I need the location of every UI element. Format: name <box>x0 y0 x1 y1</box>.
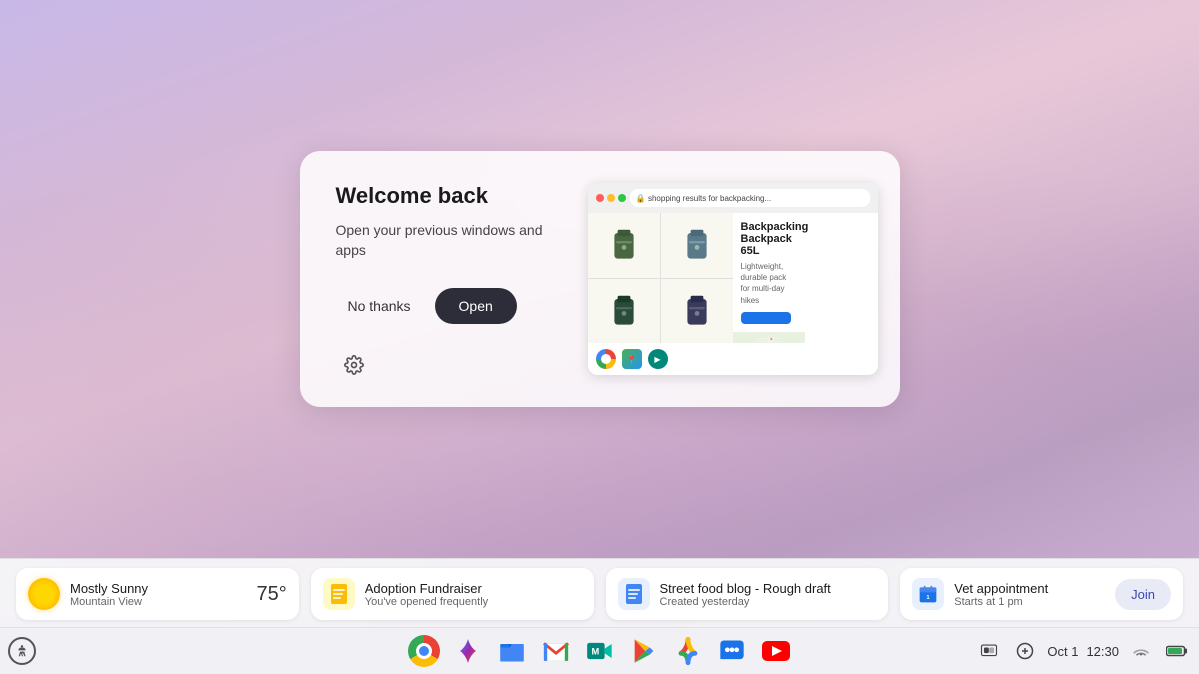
minimize-traffic-dot <box>607 194 615 202</box>
suggestion-title-fundraiser: Adoption Fundraiser <box>365 581 582 596</box>
docs-blue-icon <box>618 578 650 610</box>
weather-temperature: 75° <box>257 583 287 606</box>
product-cell-2 <box>661 213 733 278</box>
browser-traffic-lights <box>596 194 626 202</box>
svg-text:M: M <box>591 647 599 657</box>
chrome-taskbar-icon[interactable] <box>404 631 444 671</box>
join-button[interactable]: Join <box>1115 579 1171 610</box>
docs-yellow-icon <box>323 578 355 610</box>
gemini-taskbar-icon[interactable] <box>448 631 488 671</box>
status-date[interactable]: Oct 1 <box>1047 644 1078 659</box>
suggestion-card-weather[interactable]: Mostly Sunny Mountain View 75° <box>16 568 299 620</box>
preview-products-grid <box>588 213 733 343</box>
close-traffic-dot <box>596 194 604 202</box>
meet-footer-icon: ▶ <box>648 349 668 369</box>
open-button[interactable]: Open <box>435 288 517 324</box>
play-taskbar-icon[interactable] <box>624 631 664 671</box>
taskbar-center: M <box>404 631 796 671</box>
meet-icon: M <box>586 637 614 665</box>
no-thanks-button[interactable]: No thanks <box>336 290 423 322</box>
browser-url-bar: 🔒 shopping results for backpacking... <box>630 189 870 207</box>
weather-icon <box>28 578 60 610</box>
quick-suggestions: Mostly Sunny Mountain View 75° Adoption <box>0 559 1199 627</box>
suggestion-title-vet: Vet appointment <box>954 581 1105 596</box>
suggestion-card-blog[interactable]: Street food blog - Rough draft Created y… <box>606 568 889 620</box>
shelf: Mostly Sunny Mountain View 75° Adoption <box>0 558 1199 674</box>
files-icon <box>498 637 526 665</box>
taskbar: M <box>0 627 1199 674</box>
dialog-left: Welcome back Open your previous windows … <box>336 183 556 324</box>
preview-product-info: Backpacking Backpack 65L Lightweight, du… <box>733 213 806 332</box>
suggestion-subtitle-blog: Created yesterday <box>660 596 877 608</box>
product-cell-1 <box>588 213 660 278</box>
youtube-taskbar-icon[interactable] <box>756 631 796 671</box>
chrome-footer-icon <box>596 349 616 369</box>
screen-capture-icon[interactable] <box>975 637 1003 665</box>
browser-bar: 🔒 shopping results for backpacking... <box>588 183 878 213</box>
suggestion-card-vet[interactable]: 1 Vet appointment Starts at 1 pm Join <box>900 568 1183 620</box>
suggestion-text-fundraiser: Adoption Fundraiser You've opened freque… <box>365 581 582 608</box>
taskbar-left <box>8 637 36 665</box>
suggestion-subtitle-fundraiser: You've opened frequently <box>365 596 582 608</box>
dialog-subtitle: Open your previous windows and apps <box>336 221 556 260</box>
settings-button[interactable] <box>336 347 372 383</box>
battery-icon[interactable] <box>1163 637 1191 665</box>
status-time: 12:30 <box>1086 644 1119 659</box>
preview-map <box>733 332 806 343</box>
suggestion-title-weather: Mostly Sunny <box>70 581 247 596</box>
product-cell-4 <box>661 279 733 344</box>
chat-icon <box>718 637 746 665</box>
suggestion-subtitle-weather: Mountain View <box>70 596 247 608</box>
gmail-taskbar-icon[interactable] <box>536 631 576 671</box>
dialog-title: Welcome back <box>336 183 556 209</box>
preview-footer-icons: 📍 ▶ <box>588 343 878 375</box>
suggestion-text-weather: Mostly Sunny Mountain View <box>70 581 247 608</box>
desktop: Welcome back Open your previous windows … <box>0 0 1199 558</box>
play-store-icon <box>630 637 658 665</box>
meet-taskbar-icon[interactable]: M <box>580 631 620 671</box>
product-cell-3 <box>588 279 660 344</box>
preview-content: Backpacking Backpack 65L Lightweight, du… <box>588 213 878 343</box>
add-icon[interactable] <box>1011 637 1039 665</box>
suggestion-title-blog: Street food blog - Rough draft <box>660 581 877 596</box>
wifi-icon[interactable] <box>1127 637 1155 665</box>
youtube-icon <box>761 640 791 662</box>
chat-taskbar-icon[interactable] <box>712 631 752 671</box>
calendar-icon: 1 <box>912 578 944 610</box>
photos-taskbar-icon[interactable] <box>668 631 708 671</box>
taskbar-right: Oct 1 12:30 <box>975 637 1191 665</box>
chrome-icon <box>408 635 440 667</box>
welcome-dialog: Welcome back Open your previous windows … <box>300 151 900 407</box>
dialog-buttons: No thanks Open <box>336 288 556 324</box>
accessibility-icon[interactable] <box>8 637 36 665</box>
files-taskbar-icon[interactable] <box>492 631 532 671</box>
photos-icon <box>674 637 702 665</box>
expand-traffic-dot <box>618 194 626 202</box>
gmail-icon <box>542 640 570 662</box>
product-desc: Lightweight, durable pack for multi-day … <box>741 261 798 306</box>
gear-icon <box>344 355 364 375</box>
maps-footer-icon: 📍 <box>622 349 642 369</box>
suggestion-text-vet: Vet appointment Starts at 1 pm <box>954 581 1105 608</box>
preview-window: 🔒 shopping results for backpacking... <box>588 183 878 375</box>
product-title: Backpacking Backpack 65L <box>741 221 798 257</box>
suggestion-subtitle-vet: Starts at 1 pm <box>954 596 1105 608</box>
gemini-icon <box>454 637 482 665</box>
screen: Welcome back Open your previous windows … <box>0 0 1199 674</box>
suggestion-card-fundraiser[interactable]: Adoption Fundraiser You've opened freque… <box>311 568 594 620</box>
suggestion-text-blog: Street food blog - Rough draft Created y… <box>660 581 877 608</box>
